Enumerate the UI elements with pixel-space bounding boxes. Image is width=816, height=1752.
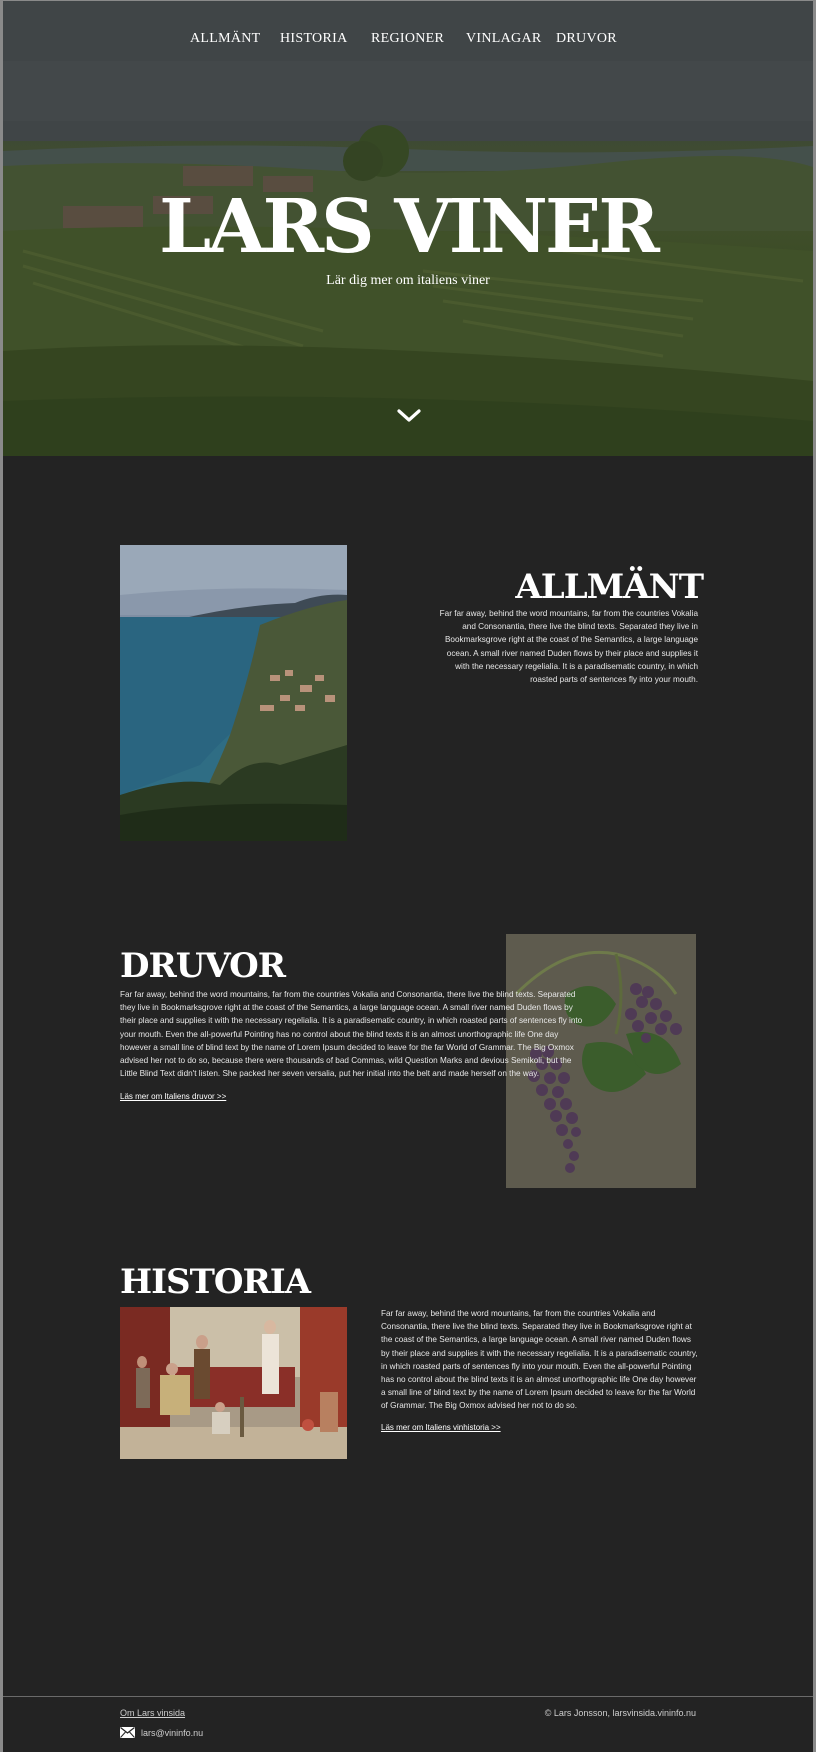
nav-item-historia[interactable]: HISTORIA — [280, 31, 347, 47]
section-text-allmant: Far far away, behind the word mountains,… — [439, 609, 698, 685]
section-title-historia: HISTORIA — [120, 1262, 311, 1302]
section-title-allmant: ALLMÄNT — [515, 567, 704, 607]
section-text-druvor: Far far away, behind the word mountains,… — [120, 990, 583, 1079]
footer-divider — [3, 1696, 813, 1697]
coast-image — [120, 545, 347, 841]
hero-section: ALLMÄNT HISTORIA REGIONER VINLAGAR DRUVO… — [3, 1, 813, 456]
footer-about-link[interactable]: Om Lars vinsida — [120, 1708, 185, 1718]
hero-subtitle: Lär dig mer om italiens viner — [326, 273, 490, 288]
envelope-icon — [120, 1727, 135, 1738]
chevron-down-icon[interactable] — [395, 406, 423, 426]
section-title-druvor: DRUVOR — [120, 946, 286, 986]
druvor-read-more-link[interactable]: Läs mer om Italiens druvor >> — [120, 1092, 226, 1101]
nav-item-vinlagar[interactable]: VINLAGAR — [466, 31, 542, 47]
nav-item-druvor[interactable]: DRUVOR — [556, 31, 617, 47]
hero-title: LARS VINER — [159, 184, 660, 270]
section-text-historia: Far far away, behind the word mountains,… — [381, 1309, 698, 1411]
footer-email[interactable]: lars@vininfo.nu — [120, 1727, 203, 1738]
nav-item-regioner[interactable]: REGIONER — [371, 31, 444, 47]
page: ALLMÄNT HISTORIA REGIONER VINLAGAR DRUVO… — [3, 1, 813, 1752]
historia-read-more-link[interactable]: Läs mer om Italiens vinhistoria >> — [381, 1423, 501, 1432]
historia-painting-image — [120, 1307, 347, 1459]
footer-email-text[interactable]: lars@vininfo.nu — [141, 1728, 203, 1738]
footer-copyright: © Lars Jonsson, larsvinsida.vininfo.nu — [544, 1708, 696, 1718]
nav-item-allmant[interactable]: ALLMÄNT — [190, 31, 261, 47]
